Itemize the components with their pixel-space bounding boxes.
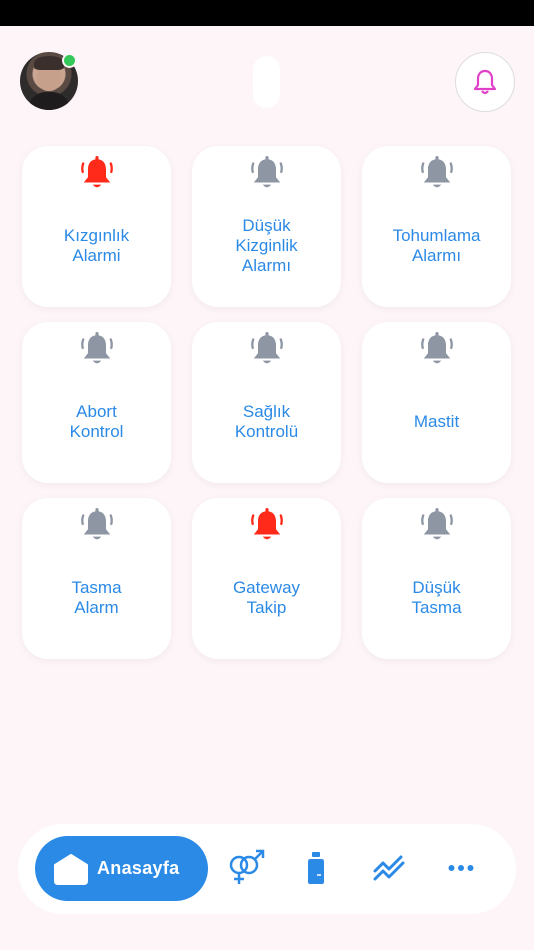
- alarm-label: Düşük Kizginlik Alarmı: [235, 215, 298, 275]
- bottom-navigation: Anasayfa: [18, 824, 516, 914]
- alarm-card[interactable]: Tohumlama Alarmı: [362, 146, 511, 307]
- gender-icon: [229, 849, 265, 884]
- home-icon: [54, 853, 88, 885]
- alarm-card[interactable]: Düşük Kizginlik Alarmı: [192, 146, 341, 307]
- online-status-dot: [62, 53, 77, 68]
- alarm-card[interactable]: Sağlık Kontrolü: [192, 322, 341, 483]
- trend-nav-button[interactable]: [373, 853, 405, 881]
- home-label: Anasayfa: [97, 858, 180, 878]
- alarm-label: Tohumlama Alarmı: [392, 225, 481, 265]
- alarm-label: Mastit: [413, 411, 460, 431]
- status-bar: [0, 0, 534, 26]
- alarm-label: Düşük Tasma: [411, 577, 462, 617]
- alarm-card[interactable]: Mastit: [362, 322, 511, 483]
- alarm-card[interactable]: Gateway Takip: [192, 498, 341, 659]
- alarm-card[interactable]: Abort Kontrol: [22, 322, 171, 483]
- more-icon: [448, 865, 474, 871]
- gender-nav-button[interactable]: [226, 848, 266, 888]
- trend-icon: [373, 855, 405, 881]
- alarm-grid: Kızgınlık Alarmi Düşük Kizginlik Alarmı To…: [22, 146, 511, 659]
- bell-icon: [473, 69, 497, 95]
- bottle-nav-button[interactable]: [306, 851, 326, 885]
- alarm-label: Abort Kontrol: [69, 401, 124, 441]
- more-nav-button[interactable]: [448, 858, 474, 878]
- alarm-label: Sağlık Kontrolü: [234, 401, 299, 441]
- home-button[interactable]: Anasayfa: [35, 836, 208, 901]
- alarm-card[interactable]: Düşük Tasma: [362, 498, 511, 659]
- alarm-label: Gateway Takip: [232, 577, 301, 617]
- bottle-icon: [308, 852, 324, 884]
- alarm-card[interactable]: Kızgınlık Alarmi: [22, 146, 171, 307]
- alarm-card[interactable]: Tasma Alarm: [22, 498, 171, 659]
- notification-button[interactable]: [455, 52, 515, 112]
- center-toggle[interactable]: [253, 56, 280, 108]
- alarm-label: Kızgınlık Alarmi: [63, 225, 130, 265]
- alarm-label: Tasma Alarm: [71, 577, 122, 617]
